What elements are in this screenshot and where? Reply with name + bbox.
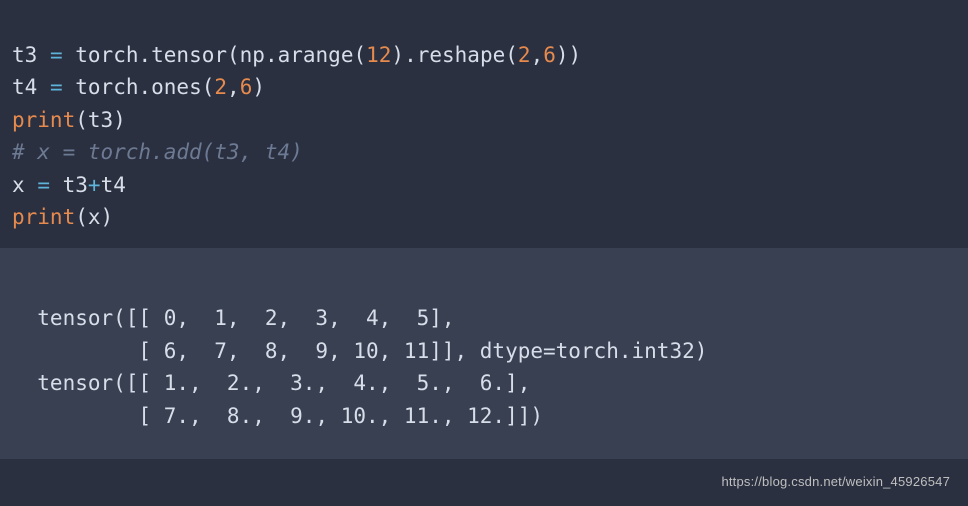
token-paren: ( xyxy=(505,43,518,67)
output-panel: tensor([[ 0, 1, 2, 3, 4, 5], [ 6, 7, 8, … xyxy=(0,248,968,459)
token-comment: # x = torch.add(t3, t4) xyxy=(12,140,303,164)
token-func: ones xyxy=(151,75,202,99)
token-var: x xyxy=(12,173,25,197)
token-number: 6 xyxy=(543,43,556,67)
token-paren: ( xyxy=(75,108,88,132)
token-arg: x xyxy=(88,205,101,229)
token-paren: ) xyxy=(569,43,582,67)
output-line-4: [ 7., 8., 9., 10., 11., 12.]]) xyxy=(12,404,543,428)
token-number: 2 xyxy=(214,75,227,99)
token-paren: ) xyxy=(391,43,404,67)
token-number: 6 xyxy=(240,75,253,99)
token-number: 12 xyxy=(366,43,391,67)
code-line-5: x = t3+t4 xyxy=(12,173,126,197)
output-line-1: tensor([[ 0, 1, 2, 3, 4, 5], xyxy=(12,306,455,330)
token-arg: t3 xyxy=(88,108,113,132)
output-line-2: [ 6, 7, 8, 9, 10, 11]], dtype=torch.int3… xyxy=(12,339,707,363)
token-paren: ( xyxy=(227,43,240,67)
token-comma: , xyxy=(227,75,240,99)
code-line-3: print(t3) xyxy=(12,108,126,132)
token-paren: ) xyxy=(113,108,126,132)
token-paren: ) xyxy=(556,43,569,67)
code-line-6: print(x) xyxy=(12,205,113,229)
token-paren: ) xyxy=(101,205,114,229)
token-dot: . xyxy=(138,43,151,67)
token-equals: = xyxy=(50,43,63,67)
watermark-text: https://blog.csdn.net/weixin_45926547 xyxy=(721,472,950,492)
token-dot: . xyxy=(265,43,278,67)
code-line-4: # x = torch.add(t3, t4) xyxy=(12,140,303,164)
token-func: reshape xyxy=(417,43,506,67)
token-equals: = xyxy=(37,173,50,197)
token-plus: + xyxy=(88,173,101,197)
token-operand: t4 xyxy=(101,173,126,197)
token-func: arange xyxy=(278,43,354,67)
token-number: 2 xyxy=(518,43,531,67)
token-print: print xyxy=(12,108,75,132)
token-func: tensor xyxy=(151,43,227,67)
output-line-3: tensor([[ 1., 2., 3., 4., 5., 6.], xyxy=(12,371,530,395)
token-paren: ( xyxy=(353,43,366,67)
token-paren: ) xyxy=(252,75,265,99)
token-dot: . xyxy=(138,75,151,99)
code-line-1: t3 = torch.tensor(np.arange(12).reshape(… xyxy=(12,43,581,67)
code-line-2: t4 = torch.ones(2,6) xyxy=(12,75,265,99)
token-paren: ( xyxy=(202,75,215,99)
token-module: np xyxy=(240,43,265,67)
code-panel: t3 = torch.tensor(np.arange(12).reshape(… xyxy=(0,0,968,248)
token-var: t4 xyxy=(12,75,37,99)
token-operand: t3 xyxy=(63,173,88,197)
token-var: t3 xyxy=(12,43,37,67)
token-equals: = xyxy=(50,75,63,99)
token-paren: ( xyxy=(75,205,88,229)
token-dot: . xyxy=(404,43,417,67)
token-comma: , xyxy=(531,43,544,67)
token-print: print xyxy=(12,205,75,229)
token-module: torch xyxy=(75,75,138,99)
token-module: torch xyxy=(75,43,138,67)
